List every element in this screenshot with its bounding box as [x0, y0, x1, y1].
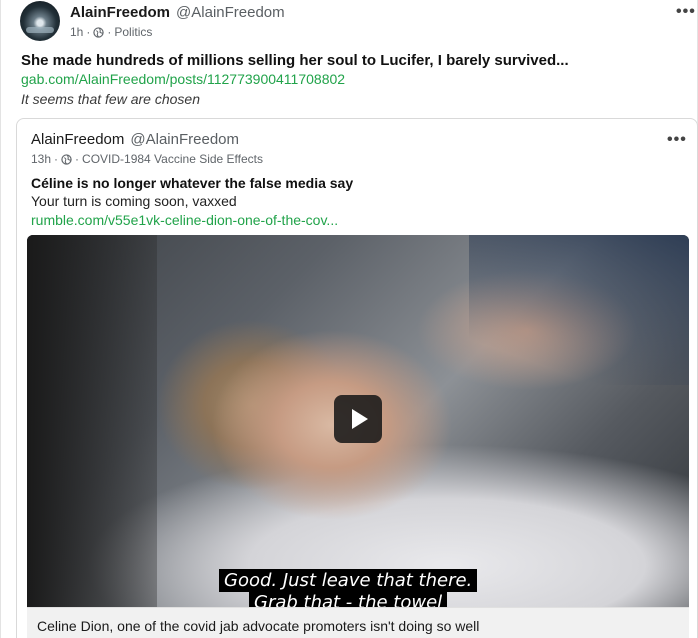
quoted-body: Your turn is coming soon, vaxxed [31, 193, 237, 209]
globe-icon [61, 153, 72, 165]
quoted-author-name[interactable]: AlainFreedom [31, 131, 124, 148]
video-subtitle-line1: Good. Just leave that there. [219, 569, 478, 592]
post-time[interactable]: 1h [70, 25, 83, 39]
video-player[interactable]: Good. Just leave that there. Grab that -… [27, 235, 689, 607]
post-link[interactable]: gab.com/AlainFreedom/posts/1127739004117… [21, 71, 345, 87]
post-title: She made hundreds of millions selling he… [21, 52, 569, 69]
quoted-title: Céline is no longer whatever the false m… [31, 175, 354, 191]
quoted-time[interactable]: 13h [31, 152, 51, 166]
post-meta: 1h · · Politics [70, 25, 152, 39]
meta-separator: · [54, 152, 59, 166]
quoted-post[interactable]: AlainFreedom @AlainFreedom 13h · · COVID-… [16, 118, 698, 638]
quoted-meta: 13h · · COVID-1984 Vaccine Side Effects [31, 152, 263, 166]
quoted-category[interactable]: COVID-1984 Vaccine Side Effects [82, 152, 263, 166]
post-author: AlainFreedom @AlainFreedom [70, 4, 285, 21]
meta-separator: · [86, 25, 91, 39]
avatar[interactable] [20, 1, 60, 41]
author-handle[interactable]: @AlainFreedom [176, 4, 285, 21]
post-category[interactable]: Politics [114, 25, 152, 39]
post-subtext: It seems that few are chosen [21, 91, 200, 107]
globe-icon [93, 26, 105, 38]
quoted-link[interactable]: rumble.com/v55e1vk-celine-dion-one-of-th… [31, 212, 338, 228]
author-name[interactable]: AlainFreedom [70, 4, 170, 21]
more-options-icon[interactable]: ••• [667, 132, 687, 148]
quoted-author-handle[interactable]: @AlainFreedom [130, 131, 239, 148]
video-subtitle-line2: Grab that - the towel [249, 591, 448, 607]
play-icon[interactable] [334, 395, 382, 443]
feed-container: AlainFreedom @AlainFreedom 1h · · Politic… [0, 0, 698, 638]
meta-separator: · [75, 152, 80, 166]
meta-separator: · [107, 25, 112, 39]
quoted-author: AlainFreedom @AlainFreedom [31, 131, 239, 148]
video-caption[interactable]: Celine Dion, one of the covid jab advoca… [27, 607, 689, 638]
more-options-icon[interactable]: ••• [676, 4, 696, 20]
video-caption-text: Celine Dion, one of the covid jab advoca… [37, 618, 480, 634]
